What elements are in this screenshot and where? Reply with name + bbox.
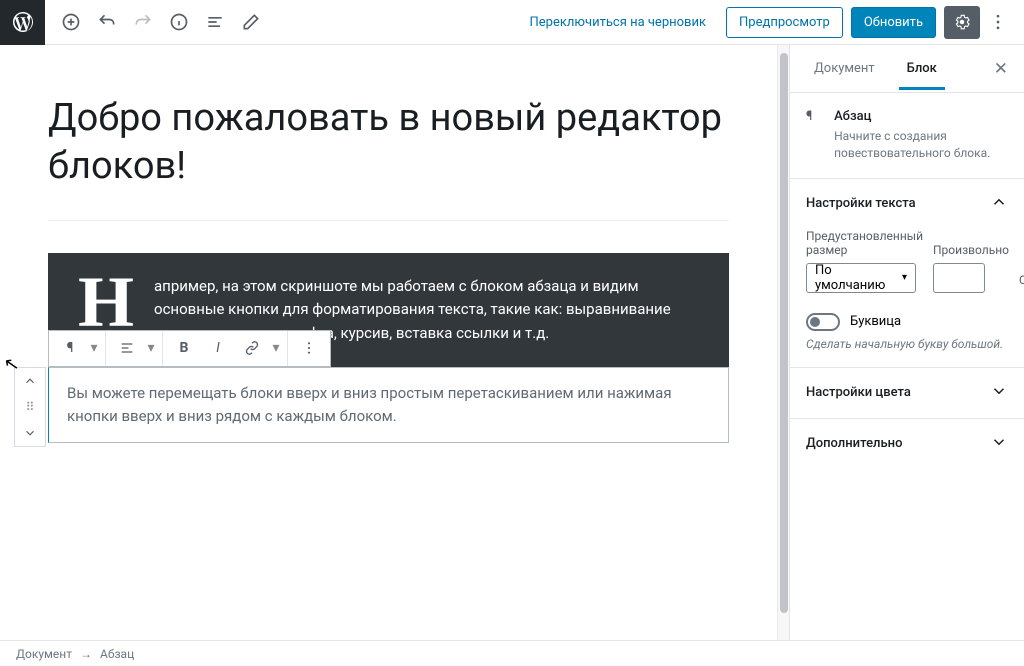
- preview-button[interactable]: Предпросмотр: [726, 7, 843, 38]
- block-name-label: Абзац: [834, 109, 1008, 124]
- settings-sidebar: Документ Блок ✕ ¶ Абзац Начните с создан…: [789, 45, 1024, 640]
- block-description: Начните с создания повествовательного бл…: [834, 128, 1008, 162]
- bold-button[interactable]: B: [167, 331, 201, 366]
- block-toolbar: ¶ ▾ ▾ B I ▾: [48, 330, 331, 367]
- breadcrumb-document[interactable]: Документ: [16, 647, 72, 661]
- block-more-button[interactable]: [292, 331, 326, 366]
- undo-button[interactable]: [89, 4, 125, 40]
- info-button[interactable]: [161, 4, 197, 40]
- preset-size-value: По умолчанию: [815, 263, 902, 293]
- close-sidebar-button[interactable]: ✕: [994, 59, 1008, 79]
- italic-button[interactable]: I: [201, 331, 235, 366]
- panel-advanced[interactable]: Дополнительно: [790, 419, 1024, 469]
- dropcap-hint: Сделать начальную букву большой.: [806, 337, 1008, 351]
- wordpress-logo[interactable]: [0, 0, 45, 45]
- move-up-button[interactable]: [15, 368, 45, 394]
- drag-handle[interactable]: ⠿: [15, 394, 45, 420]
- separator: [48, 220, 729, 221]
- breadcrumb-block[interactable]: Абзац: [100, 647, 134, 661]
- selected-paragraph-block[interactable]: ¶ ▾ ▾ B I ▾: [48, 367, 729, 444]
- page-title[interactable]: Добро пожаловать в новый редактор блоков…: [48, 95, 729, 190]
- link-button[interactable]: [235, 331, 269, 366]
- panel-color-settings[interactable]: Настройки цвета: [790, 368, 1024, 418]
- redo-button[interactable]: [125, 4, 161, 40]
- editor-scrollbar[interactable]: [777, 45, 789, 640]
- tab-block[interactable]: Блок: [899, 47, 945, 90]
- dropcap-label: Буквица: [850, 314, 901, 329]
- editor-canvas[interactable]: Добро пожаловать в новый редактор блоков…: [0, 45, 777, 640]
- tab-document[interactable]: Документ: [806, 47, 883, 90]
- align-dropdown[interactable]: ▾: [144, 331, 158, 366]
- align-button[interactable]: [110, 331, 144, 366]
- panel-text-settings[interactable]: Настройки текста: [790, 179, 1024, 229]
- panel-advanced-label: Дополнительно: [806, 436, 902, 451]
- pilcrow-icon: ¶: [806, 109, 820, 131]
- edit-button[interactable]: [233, 4, 269, 40]
- dropcap-toggle[interactable]: [806, 313, 840, 331]
- reset-link[interactable]: Сбр: [1019, 273, 1024, 287]
- chevron-up-icon: [990, 193, 1008, 215]
- paragraph-text: Вы можете перемещать блоки вверх и вниз …: [67, 384, 672, 425]
- breadcrumb: Документ → Абзац: [0, 640, 1024, 666]
- format-dropdown[interactable]: ▾: [269, 331, 283, 366]
- chevron-down-icon: ▾: [902, 272, 907, 283]
- chevron-down-icon: [990, 382, 1008, 404]
- custom-size-input[interactable]: [933, 263, 985, 293]
- block-type-button[interactable]: ¶: [53, 331, 87, 366]
- panel-text-label: Настройки текста: [806, 196, 916, 211]
- scrollbar-thumb[interactable]: [780, 53, 788, 613]
- panel-color-label: Настройки цвета: [806, 385, 911, 400]
- custom-size-label: Произвольно: [933, 243, 1009, 257]
- preset-size-select[interactable]: По умолчанию ▾: [806, 263, 916, 293]
- top-toolbar: Переключиться на черновик Предпросмотр О…: [0, 0, 1024, 45]
- block-movers: ⠿ ↖: [14, 367, 46, 447]
- settings-button[interactable]: [944, 6, 980, 39]
- block-type-dropdown[interactable]: ▾: [87, 331, 101, 366]
- breadcrumb-arrow: →: [80, 647, 92, 661]
- preset-size-label: Предустановленный размер: [806, 229, 923, 257]
- switch-draft-link[interactable]: Переключиться на черновик: [518, 7, 719, 38]
- chevron-down-icon: [990, 433, 1008, 455]
- more-menu-button[interactable]: [980, 4, 1016, 40]
- update-button[interactable]: Обновить: [851, 7, 936, 38]
- move-down-button[interactable]: [15, 420, 45, 446]
- add-block-button[interactable]: [53, 4, 89, 40]
- outline-button[interactable]: [197, 4, 233, 40]
